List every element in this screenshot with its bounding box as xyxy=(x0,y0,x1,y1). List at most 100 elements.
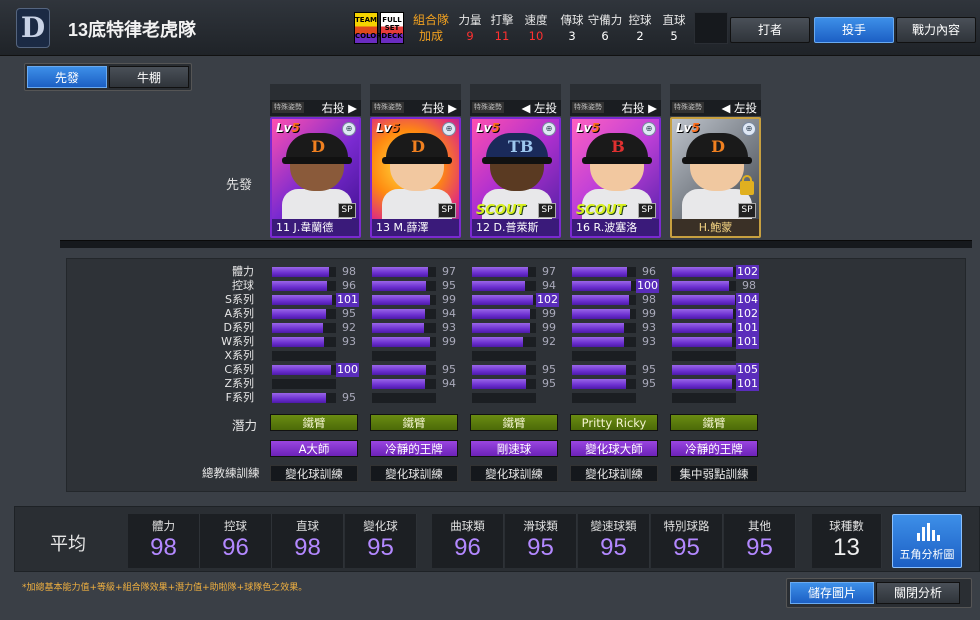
stat-bar-fill xyxy=(272,267,330,277)
stat-value: 95 xyxy=(342,391,356,404)
potential-pill: 鐵臂 xyxy=(470,414,558,431)
slot-hand-bar: 特殊姿勢 ◀ 左投 xyxy=(470,100,561,116)
bonus-stat-value: 2 xyxy=(636,29,644,43)
close-analysis-button[interactable]: 關閉分析 xyxy=(876,582,960,604)
stat-bar xyxy=(372,267,436,277)
stat-bar xyxy=(572,351,636,361)
stat-bar xyxy=(472,393,536,403)
stat-value: 93 xyxy=(342,335,356,348)
pitcher-button[interactable]: 投手 xyxy=(814,17,894,43)
player-name: 11 J.韋蘭德 xyxy=(272,219,359,236)
cap-letter: D xyxy=(711,137,725,156)
average-cell-label: 直球 xyxy=(296,519,319,533)
pitcher-slot-4[interactable]: 特殊姿勢 右投 ▶ B Lv5 ⊕ SCOUT SP 16 R.波塞洛 xyxy=(570,84,661,238)
stat-bar xyxy=(472,309,536,319)
stat-bar xyxy=(272,393,336,403)
radar-analysis-button[interactable]: 五角分析圖 xyxy=(892,514,962,568)
player-card[interactable]: B Lv5 ⊕ SCOUT SP 16 R.波塞洛 xyxy=(570,117,661,238)
stat-bar xyxy=(572,281,636,291)
starter-tab[interactable]: 先發 xyxy=(27,66,107,88)
pitcher-slot-3[interactable]: 特殊姿勢 ◀ 左投 TB Lv5 ⊕ SCOUT SP 12 D.普萊斯 xyxy=(470,84,561,238)
pitch-type-icon: ⊕ xyxy=(442,122,456,136)
bullpen-tab[interactable]: 牛棚 xyxy=(109,66,189,88)
cap-bill xyxy=(582,157,652,164)
sp-badge: SP xyxy=(338,203,356,218)
cap-letter: D xyxy=(311,137,325,156)
player-name: 13 M.薛澤 xyxy=(372,219,459,236)
sp-badge: SP xyxy=(638,203,656,218)
stat-bar-fill xyxy=(272,295,333,305)
stat-value: 93 xyxy=(442,321,456,334)
pose-tag: 特殊姿勢 xyxy=(672,102,704,113)
bonus-stat-value: 11 xyxy=(494,29,510,43)
cap-bill xyxy=(282,157,352,164)
stat-bar xyxy=(672,351,736,361)
stat-bar-fill xyxy=(672,295,735,305)
stat-label: W系列 xyxy=(221,335,254,348)
stat-value: 92 xyxy=(342,321,356,334)
batter-button[interactable]: 打者 xyxy=(730,17,810,43)
skill-pill[interactable]: 冷靜的王牌 xyxy=(370,440,458,457)
average-cell-value: 95 xyxy=(367,534,394,561)
pitcher-slot-1[interactable]: 特殊姿勢 右投 ▶ D Lv5 ⊕ SP 11 J.韋蘭德 xyxy=(270,84,361,238)
stat-bar-fill xyxy=(572,323,625,333)
stat-value: 100 xyxy=(336,363,359,377)
stat-bar-fill xyxy=(572,379,627,389)
player-card[interactable]: D Lv5 ⊕ SP 11 J.韋蘭德 xyxy=(270,117,361,238)
skill-pill[interactable]: A大師 xyxy=(270,440,358,457)
stat-bar-fill xyxy=(272,281,328,291)
player-card[interactable]: D Lv5 ⊕ SP H.鮑蒙 xyxy=(670,117,761,238)
coach-training-label: 總教練訓練 xyxy=(202,466,260,480)
player-card[interactable]: D Lv5 ⊕ SP 13 M.薛澤 xyxy=(370,117,461,238)
bonus-stat-label: 直球 xyxy=(662,13,686,27)
pose-tag: 特殊姿勢 xyxy=(372,102,404,113)
stat-bar-fill xyxy=(372,309,426,319)
stat-bar xyxy=(472,379,536,389)
team-color-badge: TEAM COLOR xyxy=(354,12,382,44)
tigers-d-logo-icon: D xyxy=(16,8,50,48)
stat-bar-fill xyxy=(372,295,431,305)
slot-header xyxy=(670,84,761,100)
pitcher-slot-2[interactable]: 特殊姿勢 右投 ▶ D Lv5 ⊕ SP 13 M.薛澤 xyxy=(370,84,461,238)
pitcher-slot-5[interactable]: 特殊姿勢 ◀ 左投 D Lv5 ⊕ SP H.鮑蒙 xyxy=(670,84,761,238)
skill-pill[interactable]: 冷靜的王牌 xyxy=(670,440,758,457)
skill-pill[interactable]: 剛速球 xyxy=(470,440,558,457)
cap-letter: TB xyxy=(508,137,534,156)
stat-label: Z系列 xyxy=(224,377,254,390)
stat-bar xyxy=(372,309,436,319)
card-level: Lv5 xyxy=(576,121,600,135)
stat-bar xyxy=(672,323,736,333)
player-card[interactable]: TB Lv5 ⊕ SCOUT SP 12 D.普萊斯 xyxy=(470,117,561,238)
coach-training-pill: 變化球訓練 xyxy=(370,465,458,482)
stat-value: 101 xyxy=(336,293,359,307)
stat-value: 94 xyxy=(542,279,556,292)
sp-badge: SP xyxy=(738,203,756,218)
player-name: H.鮑蒙 xyxy=(672,219,759,236)
stat-value: 101 xyxy=(736,335,759,349)
bonus-stat-label: 力量 xyxy=(458,13,482,27)
stat-value: 99 xyxy=(542,321,556,334)
skill-pill[interactable]: 變化球大師 xyxy=(570,440,658,457)
empty-stat-box xyxy=(694,12,728,44)
stat-bar-fill xyxy=(472,309,531,319)
bonus-label-2: 加成 xyxy=(418,29,443,43)
stat-bar xyxy=(472,337,536,347)
stat-bar-fill xyxy=(272,365,332,375)
stat-bar-fill xyxy=(472,379,527,389)
average-cell-value: 96 xyxy=(222,534,249,561)
stat-bar-fill xyxy=(272,337,325,347)
bonus-stat-2: 速度 10 xyxy=(520,12,552,44)
team-name: 13底特律老虎隊 xyxy=(68,20,197,40)
save-image-button[interactable]: 儲存圖片 xyxy=(790,582,874,604)
sp-badge: SP xyxy=(538,203,556,218)
bonus-labels: 組合隊 加成 xyxy=(410,12,452,44)
divider xyxy=(60,240,972,248)
pitch-type-icon: ⊕ xyxy=(642,122,656,136)
bonus-stat-label: 守備力 xyxy=(587,13,623,27)
stat-bar-fill xyxy=(472,267,529,277)
stat-bar xyxy=(272,281,336,291)
stat-value: 96 xyxy=(642,265,656,278)
bonus-stat-value: 5 xyxy=(670,29,678,43)
cap-bill xyxy=(382,157,452,164)
power-content-button[interactable]: 戰力內容 xyxy=(896,17,976,43)
